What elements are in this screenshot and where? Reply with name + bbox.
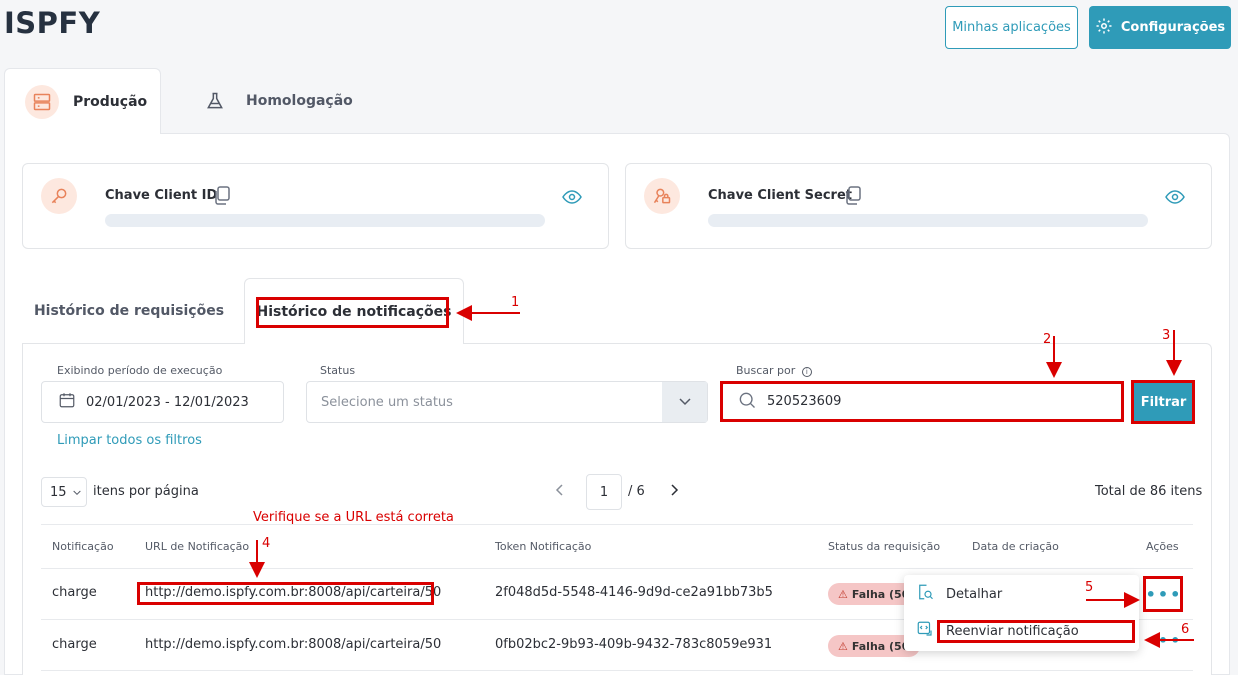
gear-icon xyxy=(1095,17,1113,39)
settings-button[interactable]: Configurações xyxy=(1089,6,1231,49)
row2-url: http://demo.ispfy.com.br:8008/api/cartei… xyxy=(145,637,442,652)
lock-key-icon xyxy=(644,178,680,214)
annotation-number-4: 4 xyxy=(262,536,271,551)
eye-icon[interactable] xyxy=(562,189,582,208)
server-icon xyxy=(25,84,59,119)
annotation-number-6: 6 xyxy=(1181,622,1190,637)
row1-url: http://demo.ispfy.com.br:8008/api/cartei… xyxy=(145,585,442,600)
period-field[interactable]: 02/01/2023 - 12/01/2023 xyxy=(41,381,284,423)
eye-icon[interactable] xyxy=(1165,189,1185,208)
actions-dropdown: Detalhar Reenviar notificação xyxy=(904,575,1139,651)
annotation-url-note: Verifique se a URL está correta xyxy=(253,510,454,525)
row1-actions-button[interactable]: ••• xyxy=(1146,577,1182,611)
annotation-number-2: 2 xyxy=(1043,332,1052,347)
header-divider xyxy=(41,568,1193,569)
chevron-down-icon xyxy=(72,485,81,500)
menu-detail-label: Detalhar xyxy=(946,586,1003,602)
th-created: Data de criação xyxy=(972,540,1059,553)
client-id-title: Chave Client ID xyxy=(105,188,218,203)
search-icon xyxy=(737,390,757,414)
tab-request-history[interactable]: Histórico de requisições xyxy=(22,278,236,344)
annotation-number-3: 3 xyxy=(1162,328,1171,343)
annotation-number-5: 5 xyxy=(1085,580,1094,595)
tab-homologation[interactable]: Homologação xyxy=(178,68,378,134)
search-document-icon xyxy=(916,583,934,605)
brand-logo: ISPFY xyxy=(4,6,101,40)
client-id-masked-bar xyxy=(105,214,545,227)
th-status: Status da requisição xyxy=(828,540,941,553)
menu-resend-notification[interactable]: Reenviar notificação xyxy=(904,613,1139,649)
client-secret-title: Chave Client Secret xyxy=(708,188,852,203)
tab-notification-history[interactable]: Histórico de notificações xyxy=(244,278,464,344)
th-url: URL de Notificação xyxy=(145,540,250,553)
row2-actions-button[interactable]: ••• xyxy=(1146,630,1182,650)
period-value: 02/01/2023 - 12/01/2023 xyxy=(86,394,249,410)
filter-button[interactable]: Filtrar xyxy=(1133,382,1194,422)
prev-page-icon[interactable] xyxy=(554,482,566,501)
status-placeholder: Selecione um status xyxy=(321,394,453,410)
warning-icon: ⚠ xyxy=(838,639,848,653)
my-apps-button[interactable]: Minhas aplicações xyxy=(945,6,1078,49)
status-select[interactable]: Selecione um status xyxy=(306,381,708,423)
total-pages: / 6 xyxy=(628,484,645,499)
flask-icon xyxy=(198,84,232,118)
calendar-icon xyxy=(58,391,76,413)
copy-icon[interactable] xyxy=(844,186,862,210)
tab-production[interactable]: Produção xyxy=(4,68,161,134)
menu-resend-label: Reenviar notificação xyxy=(946,623,1079,639)
search-label: Buscar por i xyxy=(736,364,812,377)
search-input[interactable]: 520523609 xyxy=(722,382,1122,421)
row-divider xyxy=(41,670,1193,671)
row1-type: charge xyxy=(52,585,97,600)
period-label: Exibindo período de execução xyxy=(57,364,223,377)
clear-filters-link[interactable]: Limpar todos os filtros xyxy=(57,433,202,448)
client-id-card: Chave Client ID xyxy=(22,163,609,249)
chevron-down-icon[interactable] xyxy=(662,382,707,422)
per-page-label: itens por página xyxy=(93,484,199,499)
row2-type: charge xyxy=(52,637,97,652)
per-page-select[interactable]: 15 xyxy=(41,477,87,507)
info-icon: i xyxy=(801,367,812,377)
th-token: Token Notificação xyxy=(495,540,592,553)
copy-icon[interactable] xyxy=(213,186,231,210)
per-page-value: 15 xyxy=(50,484,67,500)
search-value: 520523609 xyxy=(767,394,842,409)
row1-token: 2f048d5d-5548-4146-9d9d-ce2a91bb73b5 xyxy=(495,585,773,600)
page-input[interactable]: 1 xyxy=(586,474,622,510)
key-icon xyxy=(41,178,77,214)
table-top-divider xyxy=(41,524,1193,525)
annotation-number-1: 1 xyxy=(511,295,520,310)
th-actions: Ações xyxy=(1146,540,1179,553)
code-refresh-icon xyxy=(916,620,934,642)
tab-homologation-label: Homologação xyxy=(246,93,353,109)
settings-label: Configurações xyxy=(1120,20,1226,35)
next-page-icon[interactable] xyxy=(668,482,680,501)
row2-token: 0fb02bc2-9b93-409b-9432-783c8059e931 xyxy=(495,637,773,652)
warning-icon: ⚠ xyxy=(838,587,848,601)
status-label: Status xyxy=(320,364,356,377)
th-notification: Notificação xyxy=(52,540,114,553)
tab-production-label: Produção xyxy=(73,93,148,110)
client-secret-masked-bar xyxy=(708,214,1148,227)
total-items: Total de 86 itens xyxy=(1095,484,1203,499)
menu-detail[interactable]: Detalhar xyxy=(904,576,1139,612)
client-secret-card: Chave Client Secret xyxy=(625,163,1212,249)
